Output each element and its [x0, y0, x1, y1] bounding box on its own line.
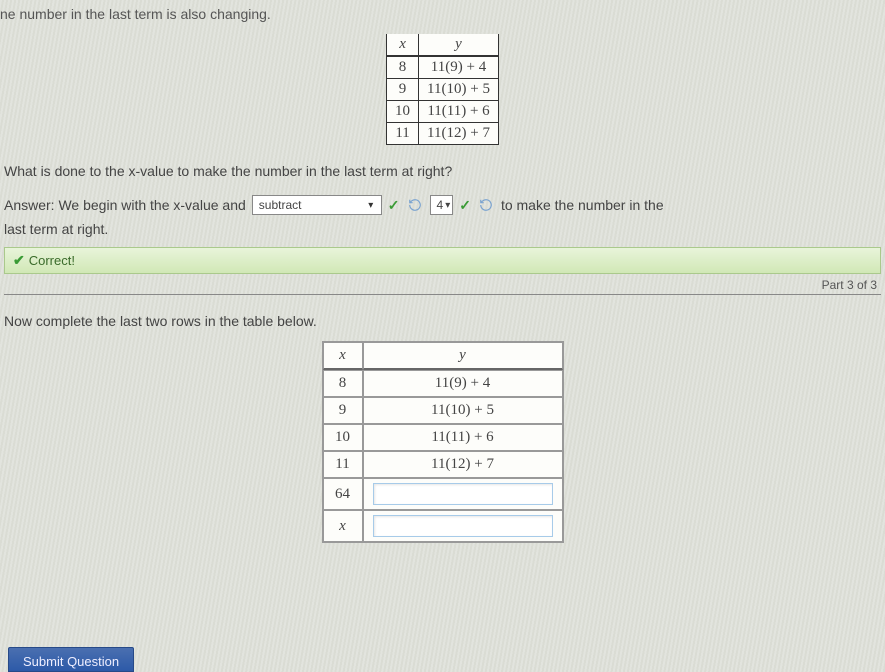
cell-y: 11(10) + 5: [363, 397, 563, 424]
table-input-row: x: [323, 510, 563, 542]
correct-label: Correct!: [29, 253, 75, 268]
chevron-down-icon: ▾: [363, 200, 379, 211]
cell-y: 11(12) + 7: [363, 451, 563, 478]
table2-header-y: y: [363, 342, 563, 370]
table-2: x y 811(9) + 4 911(10) + 5 1011(11) + 6 …: [322, 341, 564, 543]
table-row: 1111(12) + 7: [323, 451, 563, 478]
answer-suffix: to make the number in the: [501, 197, 664, 213]
table-row: 911(10) + 5: [387, 79, 499, 101]
retry-icon[interactable]: [406, 197, 424, 213]
truncated-top-text: ne number in the last term is also chang…: [0, 6, 885, 22]
chevron-down-icon: ▾: [445, 200, 450, 211]
cell-x: x: [323, 510, 363, 542]
answer-prefix: Answer: We begin with the x-value and: [4, 197, 246, 213]
answer-line-2: last term at right.: [4, 221, 881, 237]
table-row: 1011(11) + 6: [323, 424, 563, 451]
cell-y: 11(11) + 6: [363, 424, 563, 451]
cell-x: 9: [387, 79, 419, 101]
y-input-row-64[interactable]: [373, 483, 553, 505]
cell-x: 11: [387, 123, 419, 145]
table1-header-x: x: [387, 34, 419, 56]
cell-x: 9: [323, 397, 363, 424]
cell-x: 10: [323, 424, 363, 451]
table-row: 1011(11) + 6: [387, 101, 499, 123]
number-dropdown[interactable]: 4 ▾: [430, 195, 454, 215]
check-icon: ✓: [388, 197, 400, 214]
cell-x: 10: [387, 101, 419, 123]
table-row: 811(9) + 4: [387, 56, 499, 79]
number-value: 4: [437, 198, 444, 212]
table-row: 1111(12) + 7: [387, 123, 499, 145]
part-label: Part 3 of 3: [822, 278, 877, 292]
check-icon: ✓: [459, 197, 471, 214]
table-1: x y 811(9) + 4 911(10) + 5 1011(11) + 6 …: [386, 34, 499, 145]
table1-header-y: y: [419, 34, 499, 56]
prompt-2: Now complete the last two rows in the ta…: [4, 313, 881, 329]
cell-y: 11(9) + 4: [419, 56, 499, 79]
submit-question-button[interactable]: Submit Question: [8, 647, 134, 672]
question-text: What is done to the x-value to make the …: [4, 163, 881, 179]
retry-icon[interactable]: [477, 197, 495, 213]
correct-feedback: ✔ Correct!: [4, 247, 881, 274]
cell-y: 11(10) + 5: [419, 79, 499, 101]
table2-header-x: x: [323, 342, 363, 370]
table-row: 911(10) + 5: [323, 397, 563, 424]
cell-y: 11(11) + 6: [419, 101, 499, 123]
cell-y: 11(12) + 7: [419, 123, 499, 145]
cell-x: 8: [387, 56, 419, 79]
check-icon: ✔: [13, 252, 25, 269]
cell-x: 8: [323, 370, 363, 397]
y-input-row-x[interactable]: [373, 515, 553, 537]
cell-y: 11(9) + 4: [363, 370, 563, 397]
cell-x: 11: [323, 451, 363, 478]
dropdown-value: subtract: [259, 198, 302, 212]
table-input-row: 64: [323, 478, 563, 510]
table-row: 811(9) + 4: [323, 370, 563, 397]
cell-x: 64: [323, 478, 363, 510]
operation-dropdown[interactable]: subtract ▾: [252, 195, 382, 215]
